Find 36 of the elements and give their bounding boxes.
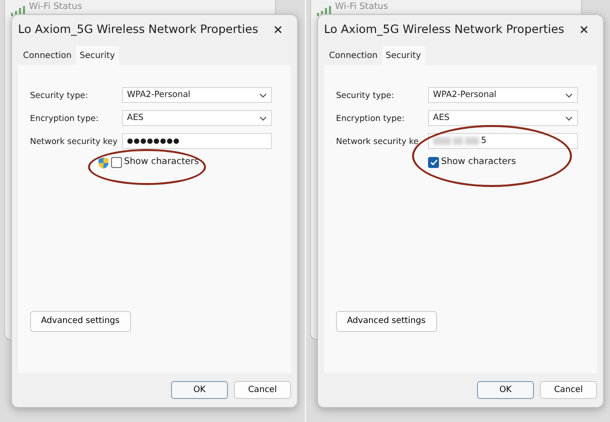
caret-icon	[565, 116, 573, 120]
field-label: Network security ke	[336, 134, 420, 148]
field-label: Network security key	[30, 134, 119, 148]
ok-button[interactable]: OK	[477, 381, 534, 399]
close-button[interactable]: ✕	[576, 24, 591, 36]
tab[interactable]: Connection	[19, 48, 76, 65]
dropdown[interactable]: AES	[122, 110, 272, 126]
caret-icon	[565, 92, 573, 98]
password-field[interactable]: 5	[428, 133, 578, 149]
field-label: Encryption type:	[30, 112, 100, 124]
cancel-button[interactable]: Cancel	[234, 381, 291, 399]
shield-icon	[98, 156, 109, 169]
window-title: Wi-Fi Status	[29, 1, 82, 14]
window-title: Lo Axiom_5G Wireless Network Properties	[18, 20, 258, 38]
advanced-settings-button[interactable]: Advanced settings	[336, 311, 437, 332]
dropdown[interactable]: WPA2-Personal	[122, 87, 272, 103]
cancel-button[interactable]: Cancel	[540, 381, 597, 399]
tab[interactable]: Connection	[325, 48, 382, 65]
caret-icon	[259, 92, 267, 98]
tab[interactable]: Security	[76, 46, 119, 65]
checkbox[interactable]	[428, 157, 439, 168]
caret-icon	[259, 116, 267, 120]
checkbox[interactable]	[111, 157, 122, 168]
tab[interactable]: Security	[382, 46, 425, 65]
checkbox-label: Show characters	[124, 156, 199, 169]
checkbox-label: Show characters	[441, 156, 516, 169]
close-button[interactable]: ✕	[270, 24, 285, 36]
field-label: Security type:	[336, 88, 396, 102]
advanced-settings-button[interactable]: Advanced settings	[30, 311, 131, 332]
dropdown[interactable]: AES	[428, 110, 578, 126]
dropdown[interactable]: WPA2-Personal	[428, 87, 578, 103]
field-label: Security type:	[30, 88, 90, 102]
ok-button[interactable]: OK	[171, 381, 228, 399]
window-title: Wi-Fi Status	[335, 1, 388, 14]
field-label: Encryption type:	[336, 112, 406, 124]
window-title: Lo Axiom_5G Wireless Network Properties	[324, 20, 564, 38]
